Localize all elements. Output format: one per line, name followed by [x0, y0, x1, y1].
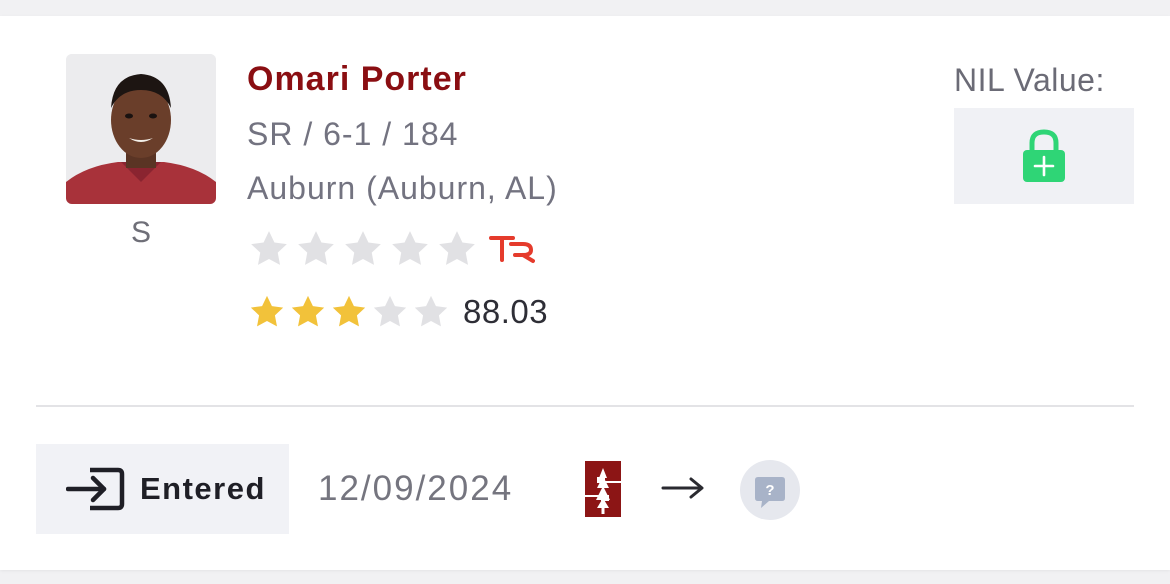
section-divider: [36, 405, 1134, 407]
star-empty-icon: [436, 228, 478, 270]
transfer-status-label: Entered: [140, 471, 266, 506]
player-name[interactable]: Omari Porter: [247, 60, 467, 99]
transfer-date: 12/09/2024: [318, 469, 514, 508]
star-empty-icon: [342, 228, 384, 270]
star-empty-icon: [412, 293, 450, 331]
composite-star-rating: 88.03: [248, 290, 548, 334]
unknown-school-icon[interactable]: ?: [739, 459, 801, 521]
star-filled-icon: [248, 293, 286, 331]
player-photo[interactable]: [66, 54, 216, 204]
right-arrow-icon: [660, 473, 706, 503]
player-class-height-weight: SR / 6-1 / 184: [247, 116, 459, 152]
transfer-status-badge: Entered: [36, 444, 289, 534]
star-filled-icon: [289, 293, 327, 331]
nil-value-button[interactable]: [954, 108, 1134, 204]
star-empty-icon: [295, 228, 337, 270]
star-filled-icon: [330, 293, 368, 331]
star-empty-icon: [389, 228, 431, 270]
player-card: S Omari Porter SR / 6-1 / 184 Auburn (Au…: [0, 16, 1170, 570]
player-school: Auburn (Auburn, AL): [247, 170, 558, 206]
tr-star-rating: [248, 227, 535, 271]
player-position: S: [130, 216, 151, 249]
player-headshot-icon: [66, 54, 216, 204]
composite-rating-value: 88.03: [463, 293, 549, 330]
star-empty-icon: [371, 293, 409, 331]
star-empty-icon: [248, 228, 290, 270]
stanford-logo[interactable]: [582, 458, 624, 520]
nil-value-label: NIL Value:: [954, 62, 1105, 98]
tr-logo: [489, 234, 535, 264]
lock-plus-icon: [1023, 129, 1065, 182]
enter-icon: [65, 464, 126, 514]
svg-text:?: ?: [765, 482, 774, 499]
